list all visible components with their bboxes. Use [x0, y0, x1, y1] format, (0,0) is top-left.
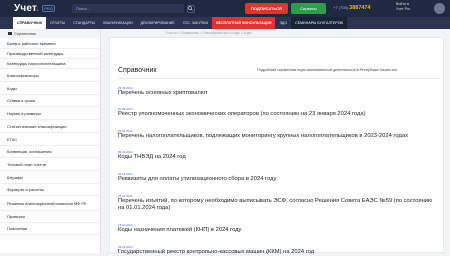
top-bar: Учет. PRO Поиск...: [0, 0, 450, 17]
entry-title[interactable]: Государственный реестр контрольно-кассов…: [118, 249, 314, 256]
search-button[interactable]: [186, 4, 195, 13]
nav-item-standards[interactable]: СТАНДАРТЫ: [69, 17, 99, 29]
sidebar-item[interactable]: Ставки и сроки: [0, 95, 100, 107]
search-icon: [188, 6, 194, 11]
nav-item-procurement[interactable]: ГОС. ЗАКУПКИ: [179, 17, 212, 29]
search-input[interactable]: Поиск...: [71, 4, 184, 13]
nav-item-qualifications[interactable]: КВАЛИФИКАЦИИ: [99, 17, 136, 29]
sidebar-header[interactable]: Справочник: [0, 29, 100, 38]
list-item[interactable]: 25.03.2024 Перечень основных криптовалют: [118, 86, 208, 97]
list-item[interactable]: 26.01.2024 Реквизиты для оплаты утилизац…: [118, 172, 276, 183]
main-nav: СПРАВОЧНИК ОТЧЕТЫ СТАНДАРТЫ КВАЛИФИКАЦИИ…: [0, 17, 450, 29]
entry-title[interactable]: Реестр уполномоченных экономических опер…: [118, 111, 366, 118]
list-item[interactable]: 18.01.2024 Коды назначения платежей (КНП…: [118, 223, 241, 234]
list-item[interactable]: 09.01.2024 Государственный реестр контро…: [118, 245, 314, 256]
list-item[interactable]: 26.01.2024 Перечень изъятий, по которому…: [118, 194, 436, 212]
sidebar-item[interactable]: Календарь налогоплательщика: [0, 59, 100, 69]
nav-item-consultation[interactable]: БЕСПЛАТНАЯ КОНСУЛЬТАЦИЯ: [212, 17, 276, 29]
entry-title[interactable]: Перечень налогоплательщиков, подлежащих …: [118, 133, 408, 140]
sidebar-item[interactable]: Формулы и расчеты: [0, 184, 100, 196]
nav-item-reference[interactable]: СПРАВОЧНИК: [13, 17, 47, 29]
list-item[interactable]: 05.02.2024 Коды ТНВЭД на 2024 год: [118, 150, 186, 161]
entry-title[interactable]: Перечень изъятий, по которому необходимо…: [118, 198, 436, 212]
entry-title[interactable]: Коды ТНВЭД на 2024 год: [118, 154, 186, 161]
sidebar-item[interactable]: Классификаторы: [0, 69, 100, 82]
entry-title[interactable]: Реквизиты для оплаты утилизационного сбо…: [118, 176, 276, 183]
entry-title[interactable]: Коды назначения платежей (КНП) в 2024 го…: [118, 227, 241, 234]
subscribe-button[interactable]: ПОДПИСАТЬСЯ: [245, 3, 288, 14]
avatar[interactable]: [434, 3, 445, 14]
sidebar-item[interactable]: Проверки: [0, 211, 100, 223]
sidebar-item[interactable]: Типовой план счетов: [0, 158, 100, 171]
sidebar-item[interactable]: Штрафы: [0, 171, 100, 184]
services-button[interactable]: Сервисы: [291, 3, 326, 14]
nav-item-seminars[interactable]: СЕМИНАРЫ БУХГАЛТЕРОВ: [291, 17, 347, 29]
list-item[interactable]: 06.02.2024 Перечень налогоплательщиков, …: [118, 129, 408, 140]
nav-item-edo[interactable]: ЭДО: [275, 17, 291, 29]
menu-icon: [8, 32, 12, 35]
pro-badge: PRO: [42, 5, 55, 12]
nav-item-reports[interactable]: ОТЧЕТЫ: [46, 17, 69, 29]
list-item[interactable]: 22.03.2024 Реестр уполномоченных экономи…: [118, 107, 366, 118]
sidebar-item[interactable]: Нормы и размеры: [0, 107, 100, 120]
entry-title[interactable]: Перечень основных криптовалют: [118, 90, 208, 97]
sidebar-item[interactable]: Конвенции, соглашения: [0, 146, 100, 158]
sidebar-item[interactable]: Решения Апелляционной комиссии МФ РК: [0, 196, 100, 211]
page-subtitle: Подробный справочник норм экономической …: [257, 68, 397, 72]
sidebar-item[interactable]: Баланс рабочего времени: [0, 38, 100, 49]
logo[interactable]: Учет.: [14, 3, 39, 14]
sidebar-item[interactable]: Коды: [0, 82, 100, 95]
page-title: Справочник: [118, 67, 157, 74]
divider: [118, 78, 440, 79]
sidebar-item[interactable]: Пояснения: [0, 223, 100, 235]
sidebar-item[interactable]: Производственный календарь: [0, 49, 100, 59]
sidebar-item[interactable]: Статистические классификации: [0, 120, 100, 133]
phone-number[interactable]: +7 (708) 3887474: [333, 5, 371, 11]
nav-item-declaration[interactable]: ДЕКЛАРИРОВАНИЕ: [137, 17, 179, 29]
content-panel: Справочник Подробный справочник норм эко…: [109, 37, 444, 256]
breadcrumb[interactable]: Учет.kz > Справочник > Классификаторы и …: [107, 29, 442, 37]
sidebar-item[interactable]: ЕТКС: [0, 133, 100, 146]
sidebar: Справочник Баланс рабочего времени Произ…: [0, 29, 101, 253]
user-login[interactable]: Войти в Учет Pro: [396, 2, 410, 12]
